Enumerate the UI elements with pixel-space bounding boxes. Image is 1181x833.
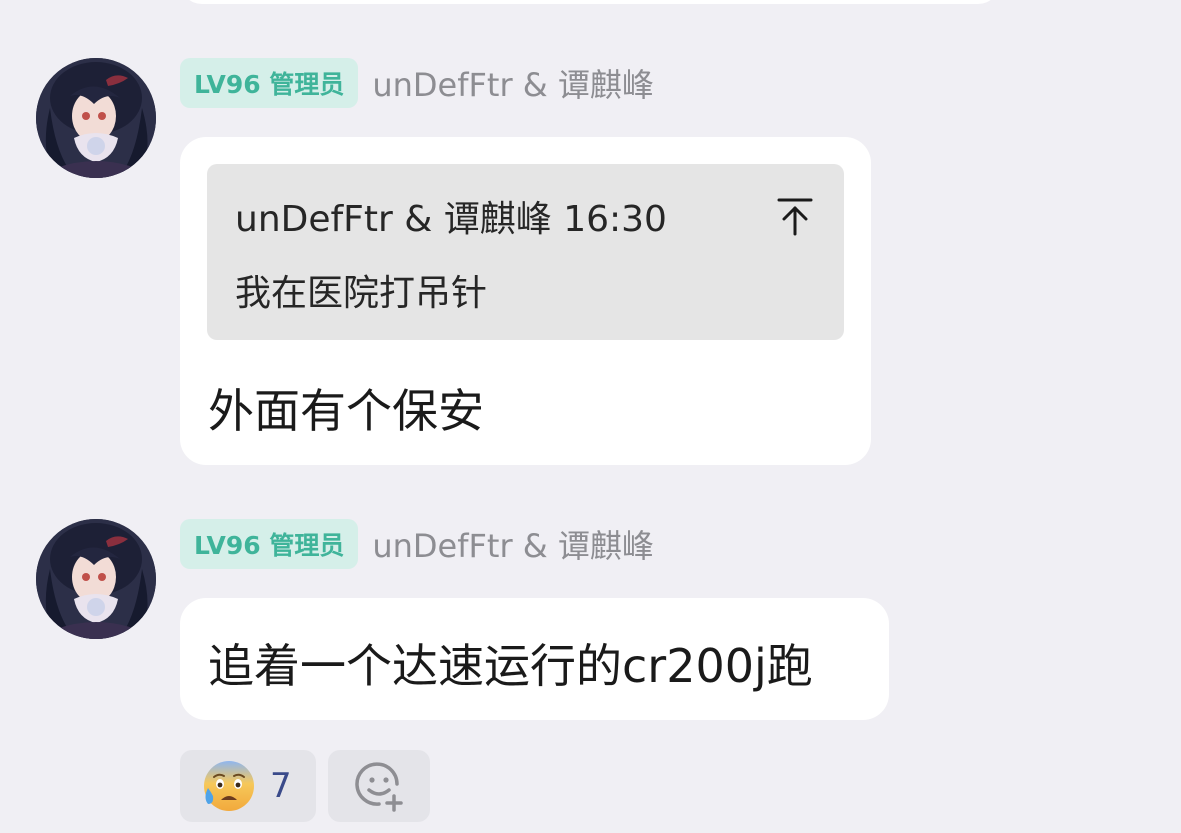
previous-message-bubble — [180, 0, 1000, 4]
quote-text: 我在医院打吊针 — [235, 273, 488, 314]
message-meta: LV96 管理员 unDefFtr & 谭麒峰 — [180, 519, 654, 569]
message-bubble[interactable]: 追着一个达速运行的cr200j跑 — [180, 598, 889, 720]
message-text: 外面有个保安 — [208, 384, 484, 438]
quoted-message[interactable]: unDefFtr & 谭麒峰 16:30 我在医院打吊针 — [207, 164, 844, 340]
message-bubble[interactable]: unDefFtr & 谭麒峰 16:30 我在医院打吊针 外面有个保安 — [180, 137, 871, 465]
message-meta: LV96 管理员 unDefFtr & 谭麒峰 — [180, 58, 654, 108]
avatar[interactable] — [36, 58, 156, 178]
anxious-face-icon — [204, 761, 254, 811]
message-text: 追着一个达速运行的cr200j跑 — [208, 639, 813, 693]
quote-author-time: unDefFtr & 谭麒峰 16:30 — [235, 199, 667, 240]
jump-to-original-icon[interactable] — [776, 196, 814, 238]
add-reaction-button[interactable] — [328, 750, 430, 822]
avatar[interactable] — [36, 519, 156, 639]
reaction-chip[interactable]: 7 — [180, 750, 316, 822]
reaction-count: 7 — [270, 766, 292, 806]
sender-name[interactable]: unDefFtr & 谭麒峰 — [372, 60, 654, 106]
sender-name[interactable]: unDefFtr & 谭麒峰 — [372, 521, 654, 567]
add-reaction-icon — [355, 762, 403, 812]
level-badge: LV96 管理员 — [180, 519, 359, 569]
level-badge: LV96 管理员 — [180, 58, 359, 108]
